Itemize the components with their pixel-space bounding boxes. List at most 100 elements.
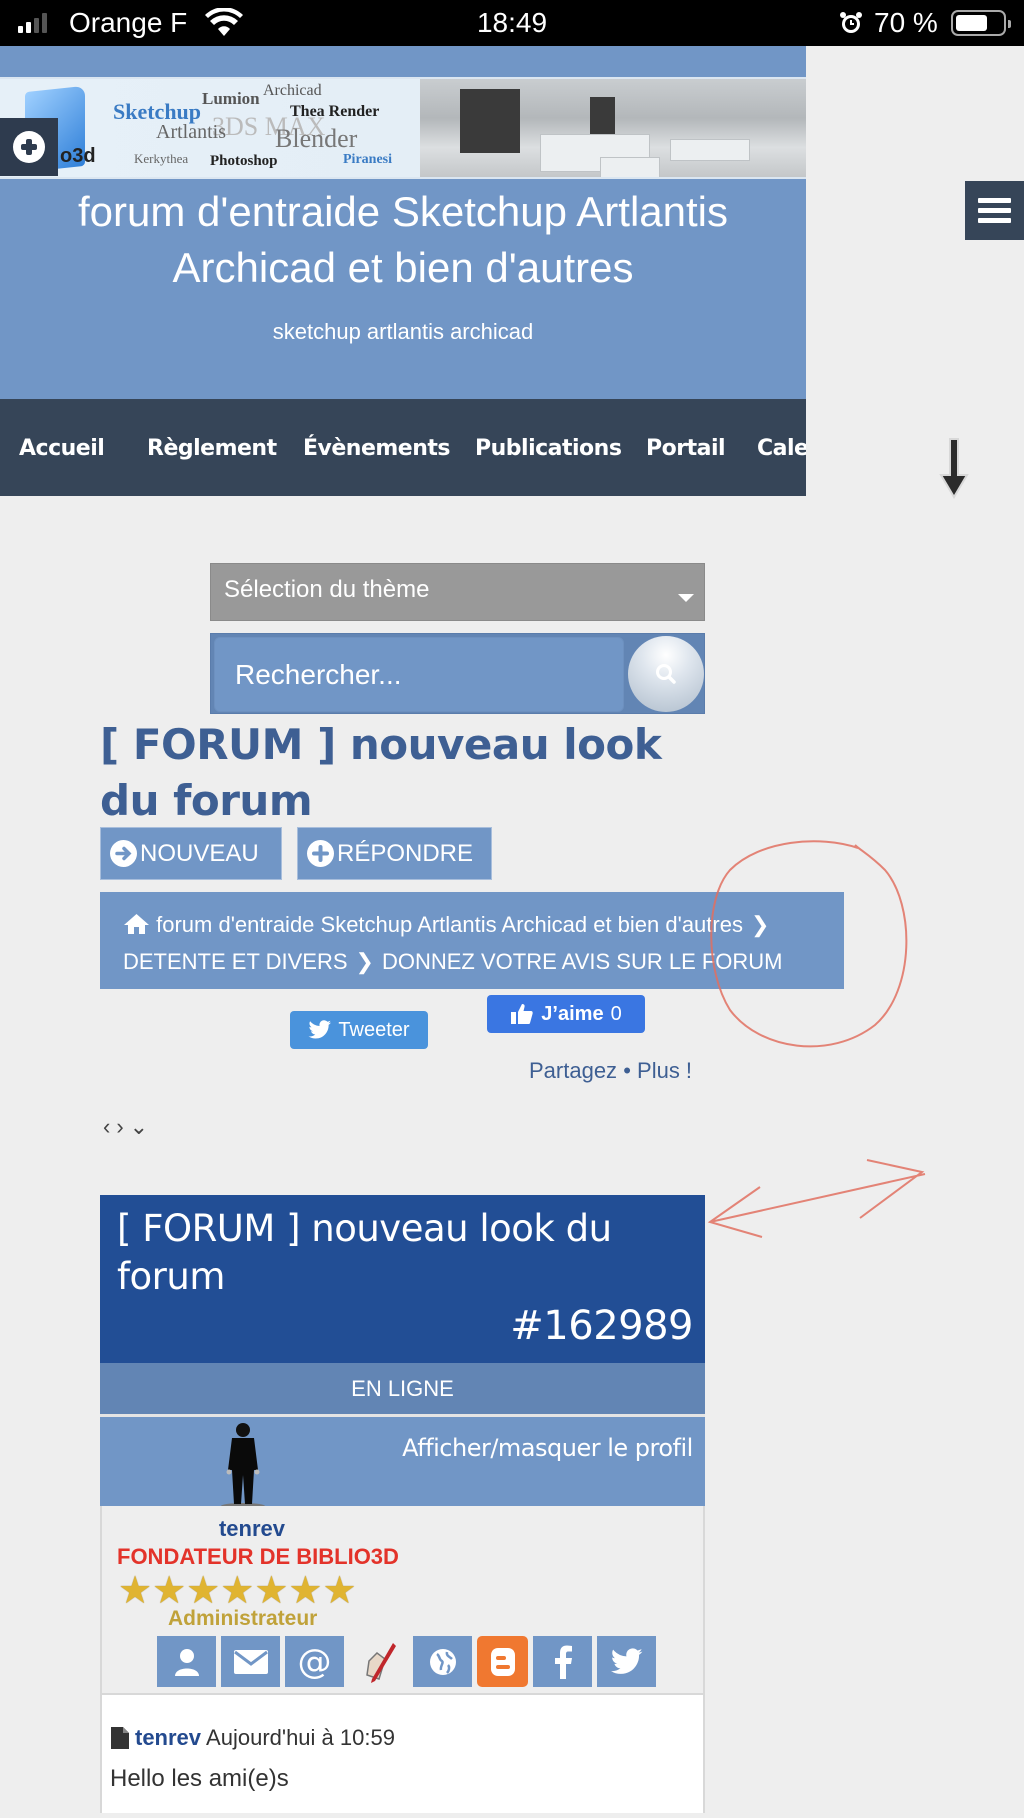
star-icon: ★	[118, 1570, 153, 1612]
banner-word: Artlantis	[156, 121, 226, 143]
breadcrumb: forum d'entraide Sketchup Artlantis Arch…	[100, 892, 844, 989]
twitter-icon[interactable]	[597, 1636, 656, 1687]
site-header: o3d Sketchup Lumion Archicad Thea Render…	[0, 46, 806, 399]
topic-navigation: ‹ › ⌄	[103, 1114, 148, 1140]
search-button[interactable]	[628, 636, 704, 712]
battery-percentage: 70 %	[874, 7, 938, 38]
rank-title: FONDATEUR DE BIBLIO3D	[117, 1544, 399, 1569]
banner-word: Piranesi	[343, 152, 392, 167]
nav-item-reglement[interactable]: Règlement	[147, 436, 277, 461]
like-count: 0	[610, 1002, 622, 1025]
website-icon[interactable]	[413, 1636, 472, 1687]
separator: •	[623, 1058, 631, 1083]
star-icon: ★	[220, 1570, 255, 1612]
facebook-icon[interactable]	[533, 1636, 592, 1687]
banner-word: Lumion	[202, 89, 260, 108]
next-topic-icon[interactable]: ›	[116, 1114, 123, 1140]
topic-title: [ FORUM ] nouveau look du forum	[100, 720, 662, 825]
search-input[interactable]	[214, 637, 624, 712]
breadcrumb-item-home[interactable]: forum d'entraide Sketchup Artlantis Arch…	[156, 912, 743, 937]
nav-item-publications[interactable]: Publications	[475, 436, 622, 461]
author-name[interactable]: tenrev	[102, 1516, 402, 1542]
tweet-button[interactable]: Tweeter	[290, 1011, 428, 1049]
rank-stars: ★ ★ ★ ★ ★ ★ ★	[118, 1570, 357, 1612]
blogger-icon[interactable]	[477, 1636, 528, 1687]
search-icon	[656, 664, 676, 684]
user-role: Administrateur	[168, 1607, 318, 1630]
theme-select[interactable]: Sélection du thème	[210, 563, 705, 621]
banner-word: Kerkythea	[134, 151, 189, 166]
tweet-label: Tweeter	[338, 1018, 410, 1041]
post-title: [ FORUM ] nouveau look du forum	[117, 1207, 612, 1298]
post-date: Aujourd'hui à 10:59	[206, 1725, 395, 1750]
star-icon: ★	[288, 1570, 323, 1612]
search-bar	[210, 633, 705, 714]
new-topic-label: NOUVEAU	[140, 839, 259, 867]
arrow-right-circle-icon	[110, 840, 137, 867]
site-subtitle: sketchup artlantis archicad	[272, 319, 534, 344]
new-topic-button[interactable]: NOUVEAU	[100, 827, 282, 880]
twitter-icon	[308, 1020, 332, 1039]
sketchup-icon[interactable]	[349, 1636, 408, 1687]
hamburger-icon	[978, 198, 1011, 203]
profile-icon[interactable]	[157, 1636, 216, 1687]
plus-circle-icon	[307, 840, 334, 867]
site-title[interactable]: forum d'entraide Sketchup Artlantis Arch…	[0, 184, 806, 296]
expand-plus-button[interactable]	[0, 118, 58, 176]
post-author[interactable]: tenrev	[135, 1725, 201, 1751]
chevron-down-icon	[678, 594, 694, 602]
share-links: Partagez • Plus !	[529, 1058, 692, 1084]
post-content: Hello les ami(e)s	[110, 1765, 289, 1792]
post-body: tenrev Aujourd'hui à 10:59 Hello les ami…	[100, 1693, 705, 1813]
chevron-right-icon: ❯	[355, 949, 374, 974]
post: [ FORUM ] nouveau look du forum #162989 …	[100, 1195, 705, 1813]
user-info: tenrev FONDATEUR DE BIBLIO3D ★ ★ ★ ★ ★ ★ ★ Adm…	[100, 1506, 705, 1693]
previous-topic-icon[interactable]: ‹	[103, 1114, 110, 1140]
battery-icon	[951, 10, 1011, 36]
like-label: J’aime	[541, 1002, 604, 1025]
post-meta: tenrev Aujourd'hui à 10:59	[110, 1725, 395, 1751]
nav-item-evenements[interactable]: Évènements	[303, 436, 451, 461]
theme-select-value: Sélection du thème	[224, 576, 430, 603]
toggle-profile-button[interactable]: Afficher/masquer le profil	[400, 1431, 695, 1466]
chevron-right-icon: ❯	[750, 912, 770, 937]
battery-fill	[956, 15, 987, 31]
banner-word: Blender	[275, 124, 358, 153]
facebook-like-button[interactable]: J’aime 0	[487, 995, 645, 1033]
status-bar: Orange F 18:49 70 %	[0, 0, 1024, 46]
star-icon: ★	[152, 1570, 187, 1612]
breadcrumb-item-category[interactable]: DETENTE ET DIVERS	[123, 949, 348, 974]
nav-item-portail[interactable]: Portail	[646, 436, 726, 461]
reply-button[interactable]: RÉPONDRE	[297, 827, 492, 880]
private-message-icon[interactable]	[221, 1636, 280, 1687]
more-link[interactable]: Plus !	[637, 1058, 692, 1083]
main-nav: Accueil Règlement Évènements Publication…	[0, 399, 806, 496]
banner-render-image	[420, 79, 806, 177]
star-icon: ★	[186, 1570, 221, 1612]
profile-bar: Afficher/masquer le profil	[100, 1414, 705, 1509]
annotation-double-arrow	[707, 1159, 926, 1238]
banner-word: Photoshop	[210, 153, 278, 169]
nav-item-calendrier[interactable]: Calendrier	[757, 436, 806, 461]
thumbs-up-icon	[511, 1004, 533, 1024]
star-icon: ★	[322, 1570, 357, 1612]
logo-text: o3d	[60, 145, 96, 167]
scroll-down-arrow-icon[interactable]	[939, 437, 969, 499]
site-banner[interactable]: o3d Sketchup Lumion Archicad Thea Render…	[0, 77, 806, 179]
post-header: [ FORUM ] nouveau look du forum #162989	[100, 1195, 705, 1363]
reply-label: RÉPONDRE	[337, 839, 474, 867]
clock: 18:49	[476, 7, 548, 38]
banner-word: Archicad	[263, 82, 322, 99]
menu-button[interactable]	[965, 181, 1024, 240]
star-icon: ★	[254, 1570, 289, 1612]
email-icon[interactable]: @	[285, 1636, 344, 1687]
online-status: EN LIGNE	[100, 1363, 705, 1414]
share-link[interactable]: Partagez	[529, 1058, 617, 1083]
post-id-link[interactable]: #162989	[510, 1303, 693, 1349]
avatar[interactable]	[210, 1420, 275, 1510]
chevron-down-icon[interactable]: ⌄	[130, 1114, 148, 1140]
nav-item-accueil[interactable]: Accueil	[19, 436, 105, 461]
breadcrumb-item-forum[interactable]: DONNEZ VOTRE AVIS SUR LE FORUM	[382, 949, 783, 974]
document-icon[interactable]	[110, 1726, 130, 1750]
home-icon[interactable]	[123, 913, 150, 935]
